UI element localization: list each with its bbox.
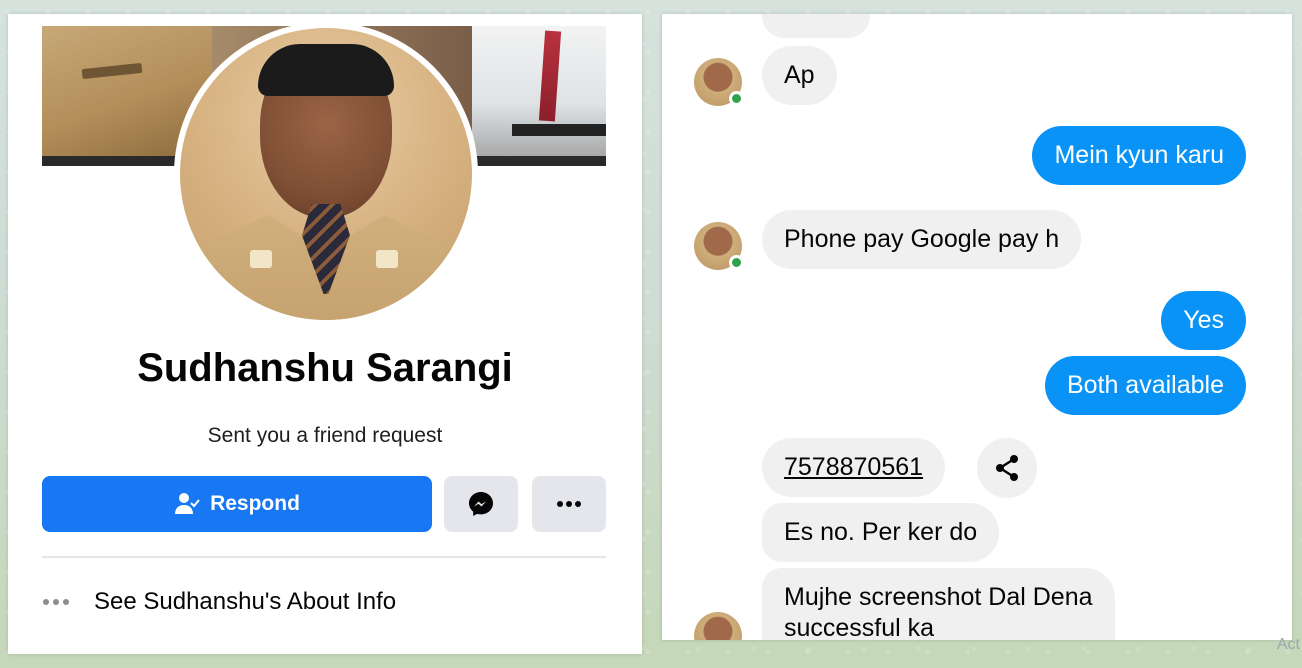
share-icon	[996, 455, 1018, 481]
profile-panel: Sudhanshu Sarangi Sent you a friend requ…	[8, 14, 642, 654]
message-button[interactable]	[444, 476, 518, 532]
message-incoming-phone[interactable]: 7578870561	[762, 438, 946, 497]
cover-photo-segment-right	[472, 26, 606, 156]
message-incoming[interactable]: Phone pay Google pay h	[762, 210, 1082, 269]
sender-avatar[interactable]	[694, 612, 742, 640]
message-outgoing[interactable]: Both available	[1044, 356, 1246, 415]
sender-avatar[interactable]	[694, 222, 744, 270]
about-info-link[interactable]: See Sudhanshu's About Info	[42, 584, 396, 620]
friend-request-subtitle: Sent you a friend request	[207, 424, 443, 447]
avatar-badge-right	[376, 250, 398, 268]
ellipsis-icon	[557, 501, 581, 507]
watermark: Act	[1276, 636, 1300, 653]
online-status-indicator	[729, 91, 744, 106]
message-outgoing[interactable]: Mein kyun karu	[1032, 126, 1246, 185]
online-status-indicator	[729, 255, 744, 270]
profile-avatar-image	[180, 28, 472, 320]
user-check-icon	[175, 493, 200, 514]
about-info-label: See Sudhanshu's About Info	[94, 588, 397, 615]
message-bubble-clipped	[762, 14, 870, 38]
message-line: successful ka	[784, 614, 935, 640]
sender-avatar[interactable]	[694, 58, 744, 106]
profile-avatar[interactable]	[174, 22, 478, 326]
respond-button[interactable]: Respond	[42, 476, 432, 532]
phone-number-link[interactable]: 7578870561	[784, 453, 923, 481]
ellipsis-icon	[43, 599, 69, 605]
message-outgoing[interactable]: Yes	[1161, 291, 1246, 350]
avatar-hair	[258, 44, 394, 96]
message-incoming[interactable]: Ap	[762, 46, 837, 105]
avatar-badge-left	[250, 250, 272, 268]
respond-button-label: Respond	[210, 492, 300, 515]
messenger-icon	[469, 492, 493, 516]
divider	[42, 556, 606, 558]
profile-name[interactable]: Sudhanshu Sarangi	[8, 346, 642, 391]
share-button[interactable]	[977, 438, 1037, 498]
chat-panel: Ap Mein kyun karu Phone pay Google pay h…	[662, 14, 1292, 640]
message-line: Mujhe screenshot Dal Dena	[784, 583, 1093, 611]
message-incoming[interactable]: Mujhe screenshot Dal Dena successful ka	[762, 568, 1115, 640]
more-options-button[interactable]	[532, 476, 606, 532]
message-incoming[interactable]: Es no. Per ker do	[762, 503, 1000, 562]
